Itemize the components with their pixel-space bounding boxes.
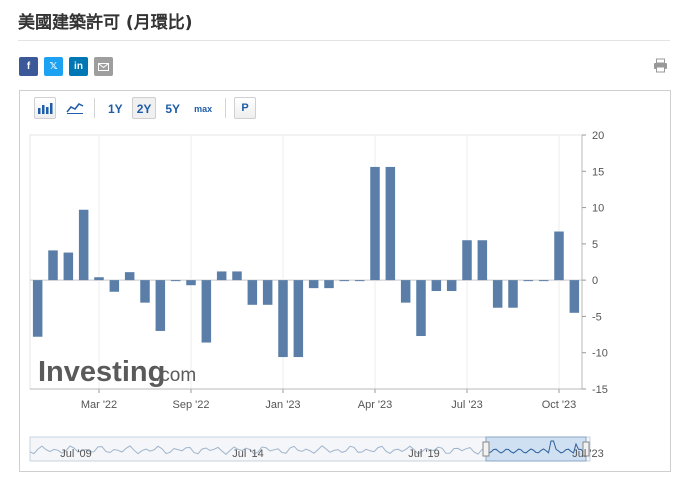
x-tick-label: Sep '22 <box>173 399 210 411</box>
y-tick-label: 0 <box>592 275 598 287</box>
bar <box>140 280 150 303</box>
bar <box>370 166 380 281</box>
envelope-icon <box>98 62 109 71</box>
facebook-share-button[interactable]: f <box>19 57 38 76</box>
y-tick-label: -10 <box>592 348 608 360</box>
bar <box>385 166 396 281</box>
chart-bars <box>32 166 580 358</box>
navigator-selection[interactable] <box>485 436 587 462</box>
bar <box>124 272 135 281</box>
bar <box>94 277 104 281</box>
watermark-brand: Investing <box>38 356 165 388</box>
bar <box>554 231 564 281</box>
plot-border <box>29 134 583 390</box>
print-button[interactable] <box>653 58 668 73</box>
bar <box>293 280 304 358</box>
bar <box>339 280 350 282</box>
y-tick-label: -5 <box>592 311 602 323</box>
bar <box>232 271 242 281</box>
y-tick-label: 5 <box>592 239 598 251</box>
bar <box>216 271 227 281</box>
bar <box>48 250 58 281</box>
x-tick-label: Apr '23 <box>358 399 393 411</box>
bar <box>431 280 442 292</box>
bar <box>32 280 43 337</box>
investing-watermark: Investing .com <box>38 356 196 388</box>
bar <box>170 280 181 282</box>
bar <box>186 280 196 286</box>
x-tick-label: Mar '22 <box>81 399 117 411</box>
bar <box>155 280 166 331</box>
page-title: 美國建築許可 (月環比) <box>18 13 193 33</box>
bar <box>278 280 288 358</box>
bar <box>492 280 503 308</box>
y-axis: 20 15 10 5 0 -5 -10 -15 <box>581 130 608 396</box>
x-tick-label: Jan '23 <box>265 399 300 411</box>
navigator-label: Jul '19 <box>408 448 439 460</box>
bar <box>324 280 334 289</box>
y-tick-label: 10 <box>592 203 604 215</box>
bar <box>462 240 472 281</box>
bar <box>247 280 258 305</box>
range-navigator: Jul '09 Jul '14 Jul '19 Jul '23 <box>29 436 604 462</box>
navigator-label: Jul '14 <box>232 448 263 460</box>
navigator-left-handle[interactable] <box>482 441 490 457</box>
bar <box>523 280 534 282</box>
bar <box>508 280 518 308</box>
y-tick-label: 15 <box>592 166 604 178</box>
bar <box>354 280 365 282</box>
printer-icon <box>654 58 667 73</box>
bar <box>201 280 212 343</box>
navigator-label: Jul '09 <box>60 448 91 460</box>
watermark-suffix: .com <box>155 365 196 386</box>
x-tick-label: Oct '23 <box>542 399 577 411</box>
bar <box>262 280 273 305</box>
title-divider <box>18 40 670 41</box>
chart-grid <box>29 134 583 390</box>
bar <box>569 280 580 313</box>
navigator-label: Jul '23 <box>572 448 603 460</box>
bar <box>78 209 89 281</box>
bar <box>416 280 426 337</box>
y-tick-label: -15 <box>592 384 608 396</box>
bar <box>477 240 488 281</box>
bar <box>308 280 319 289</box>
x-tick-label: Jul '23 <box>451 399 482 411</box>
email-share-button[interactable] <box>94 57 113 76</box>
bar <box>109 280 120 292</box>
linkedin-share-button[interactable]: in <box>69 57 88 76</box>
share-bar: f 𝕏 in <box>19 57 113 76</box>
bar <box>446 280 457 292</box>
bar <box>400 280 411 303</box>
twitter-share-button[interactable]: 𝕏 <box>44 57 63 76</box>
bar <box>538 280 549 282</box>
chart-panel: 1Y 2Y 5Y max P 20 15 10 5 0 -5 -10 -15 Mar '22 S… <box>19 90 671 472</box>
y-tick-label: 20 <box>592 130 604 142</box>
bar <box>63 252 74 281</box>
x-axis: Mar '22 Sep '22 Jan '23 Apr '23 Jul '23 Oct '… <box>30 388 582 411</box>
bar-chart: 20 15 10 5 0 -5 -10 -15 Mar '22 Sep '22 Jan '23 Ap… <box>29 130 608 462</box>
